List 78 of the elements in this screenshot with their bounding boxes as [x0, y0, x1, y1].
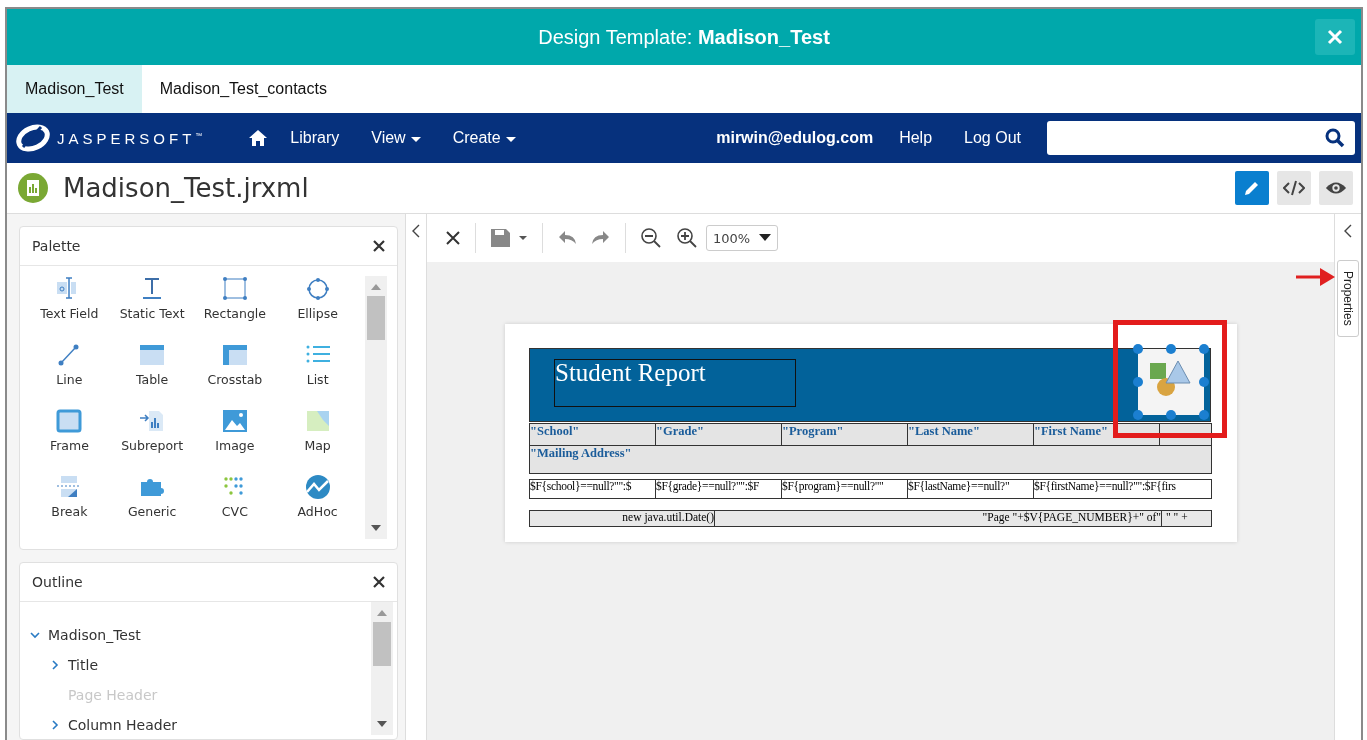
- nav-menu-link[interactable]: Library: [290, 129, 340, 147]
- frame-tool-icon: [54, 408, 85, 434]
- view-mode-button[interactable]: [1277, 171, 1311, 205]
- column-header-field[interactable]: "Grade": [655, 423, 782, 446]
- palette-item[interactable]: Ellipse: [276, 276, 359, 342]
- chevron-icon: [50, 660, 60, 670]
- column-header-field[interactable]: "Program": [781, 423, 908, 446]
- undo-icon[interactable]: [557, 230, 577, 246]
- caret-icon: [759, 234, 771, 242]
- scrollbar[interactable]: [365, 276, 387, 539]
- zoom-out-icon[interactable]: [640, 227, 662, 249]
- logo[interactable]: JASPERSOFT$^{™}$: [15, 123, 203, 153]
- palette-item[interactable]: Generic: [110, 474, 194, 540]
- palette-item[interactable]: Table: [110, 342, 194, 408]
- save-icon[interactable]: [490, 228, 528, 248]
- text-field[interactable]: $F{grade}==null?"":$F: [655, 479, 782, 499]
- tree-item[interactable]: Madison_Test: [30, 620, 363, 650]
- palette-item[interactable]: List: [276, 342, 359, 408]
- view-mode-button[interactable]: [1319, 171, 1353, 205]
- code-icon: [1283, 180, 1305, 196]
- expand-icon[interactable]: [1343, 224, 1353, 238]
- close-icon[interactable]: [373, 576, 385, 588]
- home-icon[interactable]: [248, 129, 269, 147]
- text-field[interactable]: "Page "+$V{PAGE_NUMBER}+" of": [714, 510, 1162, 527]
- search-field[interactable]: [1047, 121, 1355, 155]
- collapse-icon[interactable]: [411, 224, 421, 238]
- template-tab[interactable]: Madison_Test: [7, 65, 142, 113]
- tree-item[interactable]: Column Header: [30, 710, 363, 740]
- logo-swirl-icon: [15, 123, 51, 153]
- file-name: Madison_Test.jrxml: [63, 173, 309, 203]
- report-file-icon: [17, 172, 49, 204]
- selected-image-element[interactable]: [1132, 343, 1210, 421]
- dialog-title: Design Template: Madison_Test: [538, 25, 830, 49]
- zoom-in-icon[interactable]: [676, 227, 698, 249]
- tree-item[interactable]: Title: [30, 650, 363, 680]
- arrow-icon: [1296, 266, 1336, 288]
- text-field[interactable]: $F{program}==null?"": [781, 479, 908, 499]
- nav-menu-link[interactable]: View: [371, 129, 421, 147]
- palette-item[interactable]: CVC: [193, 474, 277, 540]
- palette-item[interactable]: AdHoc: [276, 474, 359, 540]
- palette-item[interactable]: Frame: [28, 408, 111, 474]
- column-header-field[interactable]: "Mailing Address": [529, 445, 1212, 474]
- search-icon[interactable]: [1325, 128, 1345, 148]
- zoom-dropdown[interactable]: 100%: [706, 225, 778, 251]
- palette-item[interactable]: Break: [28, 474, 111, 540]
- panel-title: Palette: [32, 238, 81, 254]
- properties-tab[interactable]: Properties: [1337, 260, 1359, 337]
- nav-link[interactable]: Help: [899, 129, 933, 147]
- palette-item[interactable]: Text Field: [28, 276, 111, 342]
- close-icon: [1327, 29, 1343, 45]
- palette-item[interactable]: Line: [28, 342, 111, 408]
- pencil-icon: [1243, 179, 1261, 197]
- palette-item[interactable]: Crosstab: [193, 342, 277, 408]
- palette-item[interactable]: Map: [276, 408, 359, 474]
- close-icon[interactable]: [445, 230, 461, 246]
- chevron-icon: [50, 720, 60, 730]
- text-field[interactable]: $F{firstName}==null?"":$F{firs: [1033, 479, 1212, 499]
- redo-icon[interactable]: [591, 230, 611, 246]
- palette-item[interactable]: Static Text: [110, 276, 194, 342]
- panel-title: Outline: [32, 574, 83, 590]
- nav-link[interactable]: Log Out: [964, 129, 1021, 147]
- nav-menu-link[interactable]: Create: [452, 129, 516, 147]
- close-icon[interactable]: [373, 240, 385, 252]
- view-mode-button[interactable]: [1235, 171, 1269, 205]
- palette-item[interactable]: Subreport: [110, 408, 194, 474]
- chevron-icon: [30, 630, 40, 640]
- scrollbar[interactable]: [371, 602, 393, 735]
- palette-item[interactable]: Rectangle: [193, 276, 277, 342]
- report-title[interactable]: Student Report: [554, 359, 796, 407]
- eye-icon: [1325, 180, 1347, 196]
- text-field[interactable]: new java.util.Date(): [529, 510, 715, 527]
- column-header-field[interactable]: "School": [529, 423, 656, 446]
- text-field[interactable]: $F{school}==null?"":$: [529, 479, 656, 499]
- text-field[interactable]: " " +: [1161, 510, 1212, 527]
- user-link[interactable]: mirwin@edulog.com: [716, 129, 874, 147]
- palette-item[interactable]: Image: [193, 408, 277, 474]
- column-header-field[interactable]: "Last Name": [907, 423, 1034, 446]
- text-field[interactable]: $F{lastName}==null?": [907, 479, 1034, 499]
